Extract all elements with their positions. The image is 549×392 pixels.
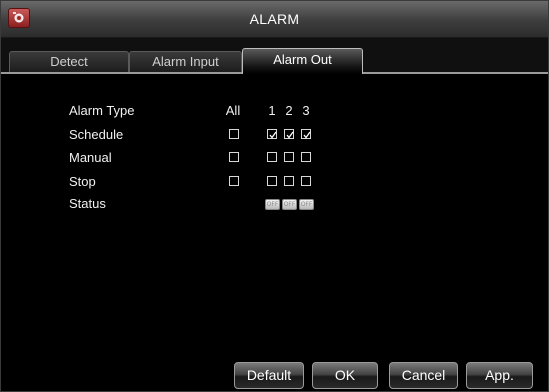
stop-output-3-checkbox[interactable] — [301, 176, 311, 186]
ok-button[interactable]: OK — [312, 362, 378, 389]
schedule-output-3-checkbox[interactable] — [301, 129, 311, 139]
tab-alarm-input[interactable]: Alarm Input — [129, 51, 242, 72]
schedule-output-2-checkbox[interactable] — [284, 129, 294, 139]
checkmark-icon — [269, 131, 277, 139]
tab-detect[interactable]: Detect — [9, 51, 129, 72]
alarm-out-panel: Alarm Type All 1 2 3 Schedule Manual Sto… — [1, 74, 548, 391]
stop-output-2-checkbox[interactable] — [284, 176, 294, 186]
status-output-1-badge: OFF — [265, 199, 280, 210]
stop-all-checkbox[interactable] — [229, 176, 239, 186]
column-all-header: All — [225, 103, 241, 118]
manual-all-checkbox[interactable] — [229, 152, 239, 162]
checkmark-icon — [286, 131, 294, 139]
status-output-2-badge: OFF — [282, 199, 297, 210]
stop-output-1-checkbox[interactable] — [267, 176, 277, 186]
manual-output-3-checkbox[interactable] — [301, 152, 311, 162]
checkmark-icon — [303, 131, 311, 139]
title-bar: ALARM — [1, 1, 548, 38]
schedule-all-checkbox[interactable] — [229, 129, 239, 139]
manual-output-2-checkbox[interactable] — [284, 152, 294, 162]
apply-button[interactable]: App. — [466, 362, 533, 389]
row-label-schedule: Schedule — [69, 127, 124, 142]
tab-bar: Detect Alarm Input Alarm Out — [1, 38, 548, 74]
alarm-window: ALARM Detect Alarm Input Alarm Out Alarm… — [0, 0, 549, 392]
row-label-manual: Manual — [69, 150, 112, 165]
column-3-header: 3 — [302, 103, 310, 118]
tab-alarm-out[interactable]: Alarm Out — [242, 48, 363, 74]
alarm-type-header: Alarm Type — [69, 103, 135, 118]
default-button[interactable]: Default — [234, 362, 304, 389]
manual-output-1-checkbox[interactable] — [267, 152, 277, 162]
schedule-output-1-checkbox[interactable] — [267, 129, 277, 139]
row-label-stop: Stop — [69, 174, 96, 189]
cancel-button[interactable]: Cancel — [389, 362, 458, 389]
row-label-status: Status — [69, 196, 106, 211]
window-title: ALARM — [249, 11, 300, 27]
status-output-3-badge: OFF — [299, 199, 314, 210]
